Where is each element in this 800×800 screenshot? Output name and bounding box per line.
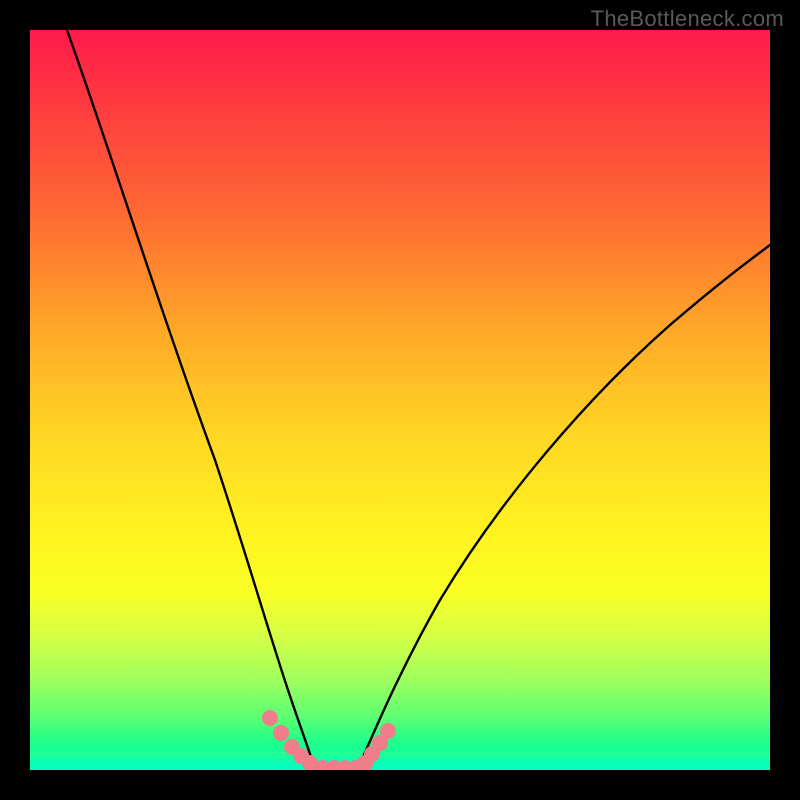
left-curve [67,30,311,757]
right-curve [363,245,770,757]
pink-bottom [305,760,363,770]
chart-frame: TheBottleneck.com [0,0,800,800]
watermark-text: TheBottleneck.com [591,6,784,32]
curve-layer [30,30,770,770]
pink-markers-right [357,723,396,770]
plot-area [30,30,770,770]
